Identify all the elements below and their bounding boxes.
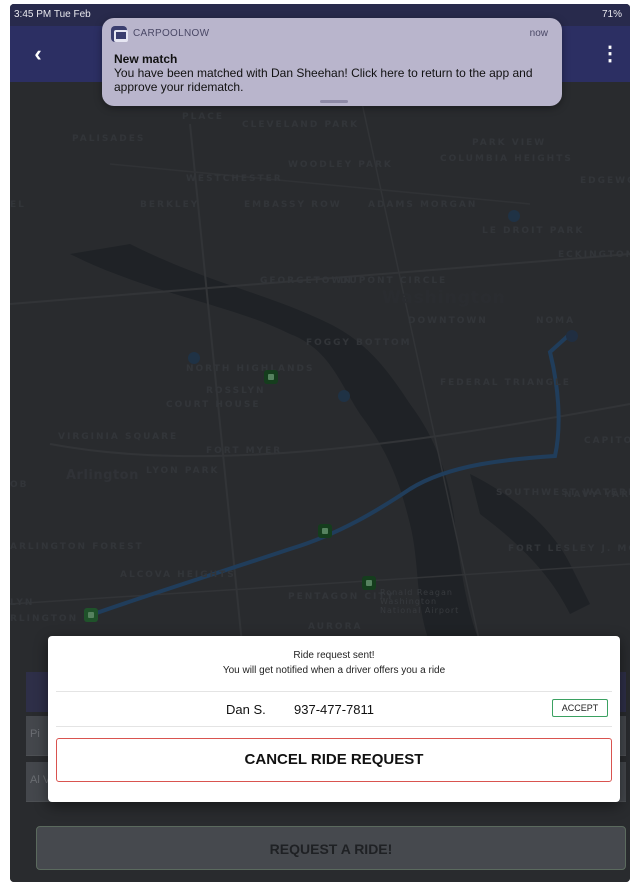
driver-phone[interactable]: 937-477-7811 xyxy=(294,702,374,717)
notification-body: You have been matched with Dan Sheehan! … xyxy=(114,66,533,94)
dialog-message: You will get notified when a driver offe… xyxy=(222,665,446,676)
driver-name: Dan S. xyxy=(226,702,266,717)
notification-app-name: CARPOOLNOW xyxy=(133,28,210,39)
pickup-field-label: Pi xyxy=(30,728,40,740)
driver-offer-row: Dan S. 937-477-7811 ACCEPT xyxy=(56,692,612,726)
push-notification-banner[interactable]: CARPOOLNOW now New match You have been m… xyxy=(102,18,562,106)
app-screen: PALISADES PLACE CLEVELAND PARK PARK VIEW… xyxy=(10,4,630,882)
cancel-ride-request-button[interactable]: CANCEL RIDE REQUEST xyxy=(56,738,612,782)
divider xyxy=(56,726,612,727)
notification-grabber[interactable] xyxy=(320,100,348,103)
ride-request-dialog: Ride request sent! You will get notified… xyxy=(48,636,620,802)
accept-button[interactable]: ACCEPT xyxy=(552,699,608,717)
notification-title: New match xyxy=(114,52,178,66)
request-ride-button[interactable]: REQUEST A RIDE! xyxy=(36,826,626,870)
car-icon xyxy=(111,26,128,42)
notification-time: now xyxy=(529,28,548,39)
status-time: 3:45 PM Tue Feb xyxy=(14,9,91,20)
dialog-title: Ride request sent! xyxy=(293,650,375,661)
more-vertical-icon[interactable]: ⋮ xyxy=(600,40,620,68)
chevron-left-icon[interactable]: ‹ xyxy=(26,40,50,68)
battery-indicator: 71% xyxy=(601,9,622,20)
